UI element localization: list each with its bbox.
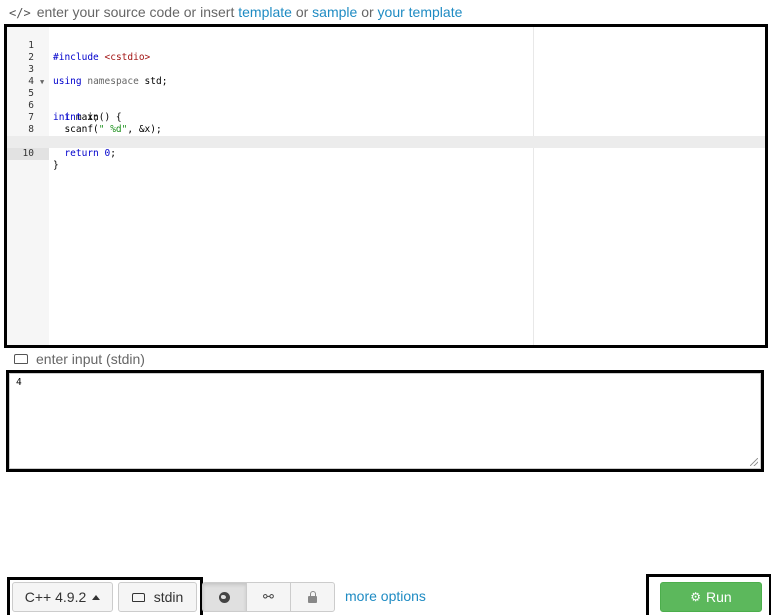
inbox-icon: [131, 592, 145, 602]
globe-icon: [219, 591, 230, 603]
visibility-hidden-button[interactable]: ⚯: [246, 582, 291, 612]
fold-arrow-icon[interactable]: ▼: [40, 76, 44, 88]
ideone-editor-page: </> enter your source code or insert temp…: [0, 0, 771, 615]
stdin-input[interactable]: 4: [9, 373, 761, 469]
code-line[interactable]: 6 int x;: [7, 88, 765, 123]
stdin-label: enter input (stdin): [14, 351, 145, 367]
code-line[interactable]: 7 scanf(" %d", &x);: [7, 100, 765, 135]
line-number: 10: [7, 148, 49, 160]
visibility-public-button[interactable]: [202, 582, 247, 612]
code-line[interactable]: 4: [7, 64, 765, 87]
code-line[interactable]: 9 return 0;: [7, 124, 765, 159]
stdin-button-label: stdin: [153, 589, 184, 605]
stdin-label-text: enter input (stdin): [36, 351, 145, 367]
code-editor[interactable]: 1 #include <cstdio> 2 3 using namespace …: [4, 24, 768, 348]
language-label: C++ 4.9.2: [24, 589, 87, 605]
code-line[interactable]: 1 #include <cstdio>: [7, 28, 765, 63]
gears-icon: ⚙: [690, 590, 702, 604]
language-select-button[interactable]: C++ 4.9.2: [12, 582, 113, 612]
caret-up-icon: [92, 594, 101, 600]
source-prompt: </> enter your source code or insert temp…: [9, 4, 462, 20]
stdin-toggle-button[interactable]: stdin: [118, 582, 197, 612]
run-label: Run: [706, 589, 732, 605]
code-line[interactable]: 2: [7, 40, 765, 63]
code-line-active[interactable]: 10 }: [7, 136, 765, 171]
glasses-icon: ⚯: [263, 589, 274, 605]
prompt-text: enter your source code or insert: [36, 4, 235, 20]
code-line[interactable]: 5 ▼ int main() {: [7, 76, 765, 123]
template-link[interactable]: template: [238, 4, 292, 20]
stdin-box: 4: [6, 370, 764, 472]
visibility-private-button[interactable]: [290, 582, 335, 612]
line-code: }: [53, 160, 59, 171]
editor-lines[interactable]: 1 #include <cstdio> 2 3 using namespace …: [7, 28, 765, 171]
your-template-link[interactable]: your template: [378, 4, 463, 20]
run-button[interactable]: ⚙ Run: [660, 582, 762, 612]
inbox-icon: [14, 354, 28, 365]
prompt-or-1: or: [295, 4, 309, 20]
resize-grip-icon[interactable]: [750, 458, 758, 466]
line-code: return 0;: [64, 148, 116, 159]
prompt-or-2: or: [361, 4, 374, 20]
code-line[interactable]: 8 printf("%d\n",4*x);: [7, 112, 765, 147]
more-options-link[interactable]: more options: [345, 588, 426, 604]
code-line[interactable]: 3 using namespace std;: [7, 52, 765, 87]
sample-link[interactable]: sample: [312, 4, 357, 20]
lock-icon: [308, 590, 317, 603]
code-icon: </>: [9, 6, 31, 20]
